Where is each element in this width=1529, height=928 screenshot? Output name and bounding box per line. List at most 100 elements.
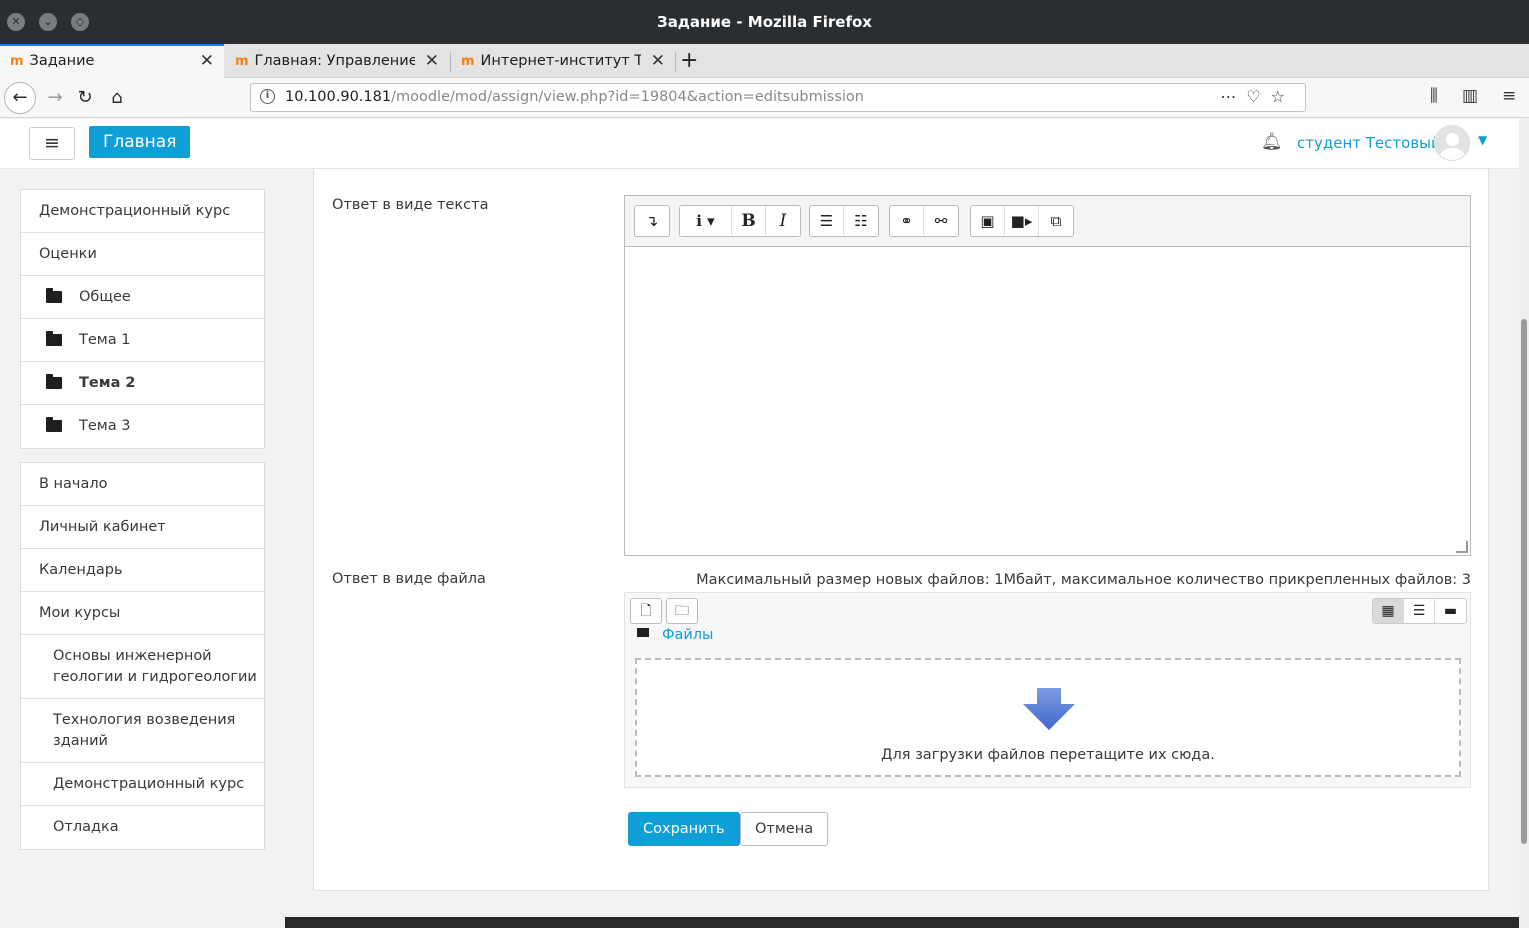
sidebar-toggle-icon[interactable]: ▥ bbox=[1462, 86, 1478, 106]
scrollbar-thumb[interactable] bbox=[1521, 319, 1527, 844]
tab-assignment[interactable]: m Задание ✕ bbox=[0, 44, 224, 78]
tab-strip: m Задание ✕ m Главная: Управление ✕ m Интер… bbox=[0, 44, 1529, 78]
files-path-link[interactable]: Файлы bbox=[662, 627, 714, 643]
new-tab-icon[interactable]: + bbox=[680, 48, 698, 73]
drop-instructions: Для загрузки файлов перетащите их сюда. bbox=[881, 747, 1215, 763]
library-icon[interactable]: ⫼ bbox=[1430, 86, 1438, 106]
menu-icon[interactable]: ≡ bbox=[1502, 86, 1516, 106]
paragraph-style-icon[interactable]: i ▾ bbox=[680, 206, 732, 236]
url-path: /moodle/mod/assign/view.php?id=19804&act… bbox=[391, 89, 864, 105]
sidebar-item-course-geology[interactable]: Основы инженерной геологии и гидрогеолог… bbox=[21, 635, 264, 699]
sidebar-item-grades[interactable]: Оценки bbox=[21, 233, 264, 276]
tab-label: Главная: Управление bbox=[254, 53, 415, 69]
folder-icon bbox=[637, 628, 649, 637]
url-host: 10.100.90.181 bbox=[285, 89, 392, 105]
reload-icon[interactable]: ↻ bbox=[70, 84, 100, 112]
sidebar-item-label: Календарь bbox=[39, 562, 123, 578]
forward-icon[interactable]: → bbox=[40, 84, 70, 112]
site-navigation-block: В начало Личный кабинет Календарь Мои ку… bbox=[20, 462, 265, 850]
sidebar-item-topic-1[interactable]: Тема 1 bbox=[21, 319, 264, 362]
create-folder-icon[interactable]: 🗀︎ bbox=[666, 598, 698, 624]
sidebar-item-dashboard[interactable]: Личный кабинет bbox=[21, 506, 264, 549]
editor-toolbar: ↴ i ▾ B I ☰ ☷ ⚭ ⚯ ▣ ■▸ ⧉ bbox=[625, 196, 1470, 247]
url-bar[interactable]: i 10.100.90.181/moodle/mod/assign/view.p… bbox=[250, 83, 1306, 112]
folder-icon bbox=[46, 288, 62, 303]
ordered-list-icon[interactable]: ☷ bbox=[844, 206, 878, 236]
sidebar-item-label: Тема 1 bbox=[79, 332, 131, 348]
editor-content-area[interactable] bbox=[625, 247, 1470, 555]
tab-close-icon[interactable]: ✕ bbox=[200, 46, 214, 76]
folder-icon bbox=[46, 331, 62, 346]
tab-close-icon[interactable]: ✕ bbox=[425, 44, 439, 78]
image-icon[interactable]: ▣ bbox=[971, 206, 1005, 236]
url-actions: ⋯♡☆ bbox=[1220, 87, 1295, 106]
sidebar-item-course-debug[interactable]: Отладка bbox=[21, 806, 264, 849]
avatar[interactable] bbox=[1434, 125, 1470, 161]
chevron-down-icon[interactable]: ▼ bbox=[1478, 133, 1487, 147]
back-icon[interactable]: ← bbox=[4, 82, 36, 114]
bold-icon[interactable]: B bbox=[732, 206, 766, 236]
site-header: ≡ Главная 🔔︎ студент Тестовый ▼ bbox=[0, 119, 1529, 169]
view-mode-switch: ▦ ☰ ▬ bbox=[1372, 598, 1467, 624]
drawer-toggle-button[interactable]: ≡ bbox=[29, 127, 75, 160]
user-name[interactable]: студент Тестовый bbox=[1297, 134, 1441, 152]
tab-separator bbox=[675, 52, 676, 72]
add-file-icon[interactable]: 🗋︎ bbox=[630, 598, 662, 624]
sidebar-item-demo-course[interactable]: Демонстрационный курс bbox=[21, 190, 264, 233]
editor-group-style: i ▾ B I bbox=[679, 205, 801, 237]
link-icon[interactable]: ⚭ bbox=[890, 206, 924, 236]
video-icon[interactable]: ■▸ bbox=[1005, 206, 1039, 236]
cancel-button[interactable]: Отмена bbox=[740, 812, 829, 846]
site-info-icon[interactable]: i bbox=[260, 89, 275, 104]
moodle-icon: m bbox=[461, 54, 475, 69]
home-button[interactable]: Главная bbox=[89, 126, 191, 158]
sidebar-item-label: Личный кабинет bbox=[39, 519, 166, 535]
sidebar-item-topic-2[interactable]: Тема 2 bbox=[21, 362, 264, 405]
sidebar-item-label: Общее bbox=[79, 289, 131, 305]
sidebar-item-course-demo[interactable]: Демонстрационный курс bbox=[21, 763, 264, 806]
sidebar-item-general[interactable]: Общее bbox=[21, 276, 264, 319]
sidebar-item-course-construction[interactable]: Технология возведения зданий bbox=[21, 699, 264, 763]
home-icon[interactable]: ⌂ bbox=[102, 84, 132, 112]
bookmark-star-icon[interactable]: ☆ bbox=[1271, 87, 1295, 106]
save-button[interactable]: Сохранить bbox=[628, 812, 740, 846]
list-view-icon[interactable]: ☰ bbox=[1404, 599, 1435, 623]
sidebar-item-label: В начало bbox=[39, 476, 108, 492]
online-text-label: Ответ в виде текста bbox=[332, 197, 489, 213]
sidebar-item-label: Тема 2 bbox=[79, 375, 136, 391]
toolbar-toggle-icon[interactable]: ↴ bbox=[635, 206, 669, 236]
file-submission-label: Ответ в виде файла bbox=[332, 571, 486, 587]
editor-group-lists: ☰ ☷ bbox=[809, 205, 879, 237]
folder-icon bbox=[46, 374, 62, 389]
sidebar-item-home[interactable]: В начало bbox=[21, 463, 264, 506]
manage-files-icon[interactable]: ⧉ bbox=[1039, 206, 1073, 236]
file-path-breadcrumb: Файлы bbox=[637, 627, 714, 643]
text-editor: ↴ i ▾ B I ☰ ☷ ⚭ ⚯ ▣ ■▸ ⧉ bbox=[624, 195, 1471, 556]
sidebar-item-my-courses[interactable]: Мои курсы bbox=[21, 592, 264, 635]
italic-icon[interactable]: I bbox=[766, 206, 800, 236]
sidebar-item-label: Основы инженерной геологии и гидрогеолог… bbox=[53, 648, 257, 685]
moodle-icon: m bbox=[235, 54, 249, 69]
url-text[interactable]: 10.100.90.181/moodle/mod/assign/view.php… bbox=[285, 89, 864, 105]
window-titlebar: ✕ ⌄ ◇ Задание - Mozilla Firefox bbox=[0, 0, 1529, 44]
page-footer bbox=[285, 917, 1519, 928]
unordered-list-icon[interactable]: ☰ bbox=[810, 206, 844, 236]
sidebar-item-topic-3[interactable]: Тема 3 bbox=[21, 405, 264, 448]
page-actions-icon[interactable]: ⋯ bbox=[1220, 87, 1246, 106]
tab-internet-institute[interactable]: m Интернет-институт Ту ✕ bbox=[451, 44, 675, 78]
tree-view-icon[interactable]: ▬ bbox=[1435, 599, 1466, 623]
window-title: Задание - Mozilla Firefox bbox=[657, 13, 872, 31]
sidebar-item-calendar[interactable]: Календарь bbox=[21, 549, 264, 592]
page-scrollbar[interactable] bbox=[1519, 119, 1529, 928]
unlink-icon[interactable]: ⚯ bbox=[924, 206, 958, 236]
file-drop-zone[interactable]: Для загрузки файлов перетащите их сюда. bbox=[635, 658, 1461, 777]
notification-bell-icon[interactable]: 🔔︎ bbox=[1261, 132, 1283, 152]
editor-group-media: ▣ ■▸ ⧉ bbox=[970, 205, 1074, 237]
tab-main-management[interactable]: m Главная: Управление ✕ bbox=[225, 44, 449, 78]
file-manager: 🗋︎ 🗀︎ ▦ ☰ ▬ Файлы Для загрузки файлов пе… bbox=[624, 592, 1471, 788]
sidebar-item-label: Демонстрационный курс bbox=[53, 776, 245, 792]
tab-close-icon[interactable]: ✕ bbox=[651, 44, 665, 78]
pocket-icon[interactable]: ♡ bbox=[1246, 87, 1270, 106]
resize-handle[interactable] bbox=[1456, 541, 1468, 553]
grid-view-icon[interactable]: ▦ bbox=[1373, 599, 1404, 623]
